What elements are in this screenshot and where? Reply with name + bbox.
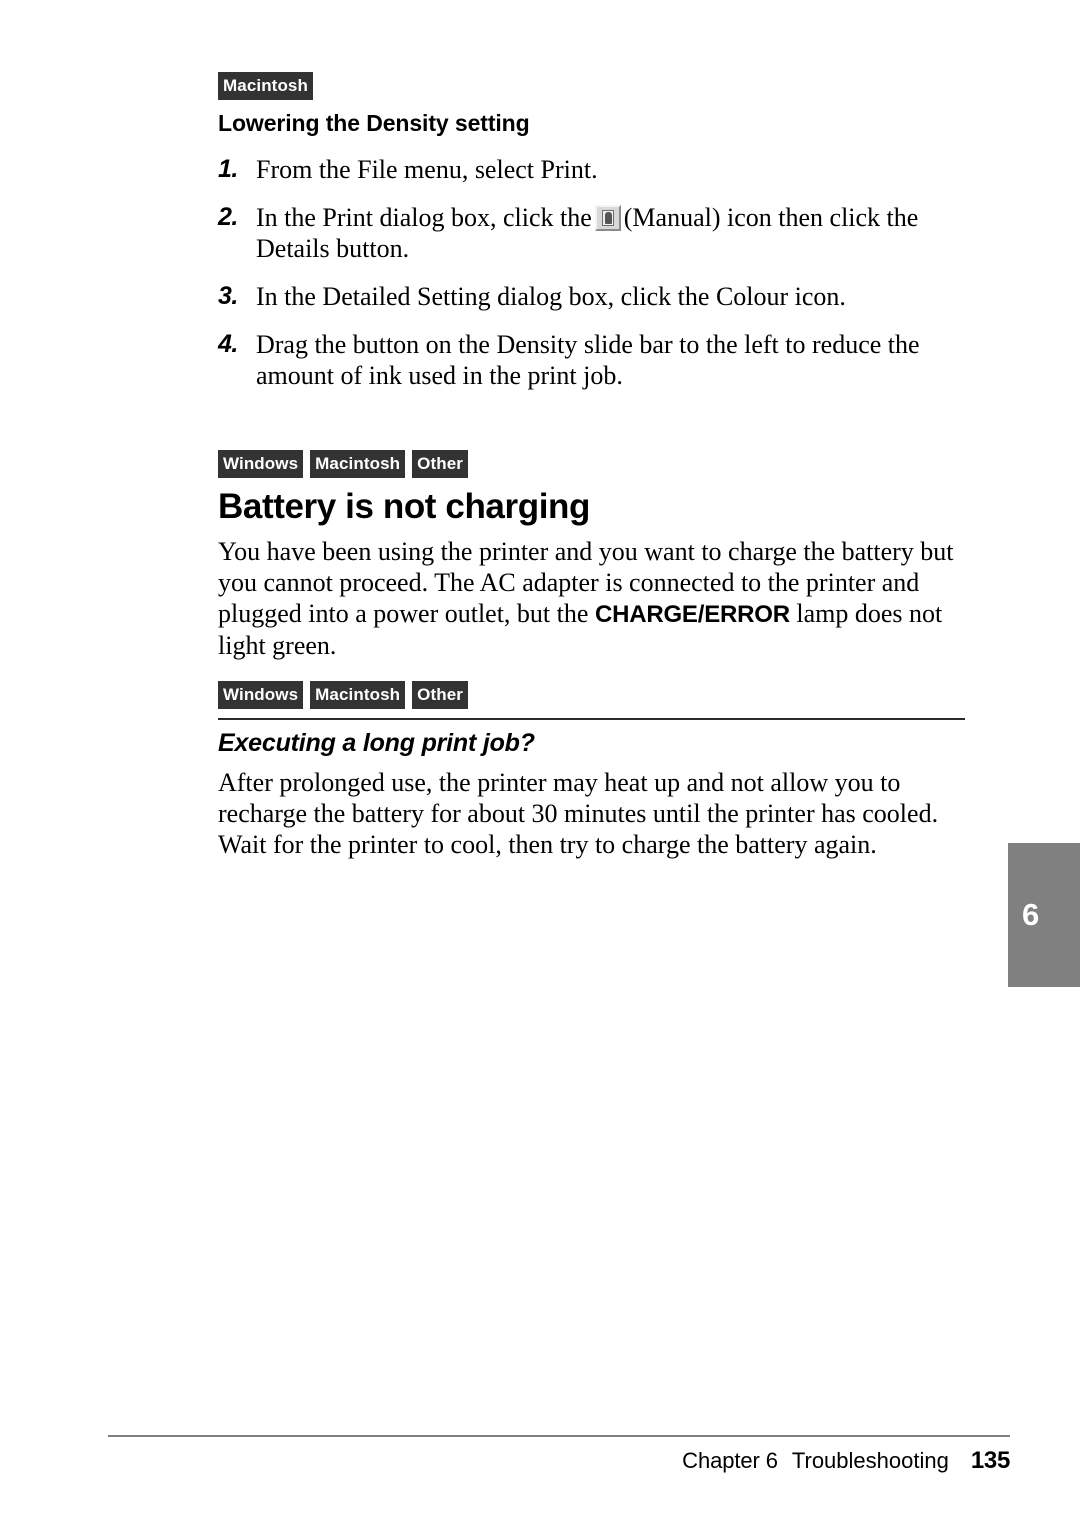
chapter-thumb-tab-label: 6: [1022, 897, 1040, 932]
manual-icon-figure: [604, 211, 612, 224]
manual-page: Macintosh Lowering the Density setting 1…: [0, 0, 1080, 1533]
chapter-thumb-tab: 6: [1008, 843, 1080, 987]
platform-tag-other: Other: [412, 680, 468, 709]
step-text-segment: In the Detailed Setting dialog box, clic…: [256, 281, 846, 311]
platform-tag-row-battery: Windows Macintosh Other: [218, 449, 968, 478]
platform-tag-other: Other: [412, 449, 468, 478]
step-number: 1.: [218, 154, 238, 183]
step-text-segment: Drag the button on the Density slide bar…: [256, 329, 920, 390]
step-text-segment: In the Print dialog box, click the: [256, 202, 592, 232]
heading-battery-not-charging: Battery is not charging: [218, 486, 590, 526]
section-divider-rule: [218, 717, 965, 720]
footer-page-number: 135: [970, 1447, 1010, 1474]
step-item: 1. From the File menu, select Print.: [218, 154, 968, 185]
step-number: 2.: [218, 202, 238, 231]
footer-chapter-title: Troubleshooting: [791, 1448, 949, 1473]
step-text: From the File menu, select Print.: [256, 154, 968, 185]
step-item: 2. In the Print dialog box, click the (Ma…: [218, 202, 968, 264]
platform-tag-macintosh: Macintosh: [310, 449, 406, 478]
step-text: In the Detailed Setting dialog box, clic…: [256, 281, 968, 312]
step-number: 3.: [218, 281, 238, 310]
page-footer: Chapter 6 Troubleshooting 135: [108, 1447, 1010, 1475]
platform-tag-macintosh: Macintosh: [310, 680, 406, 709]
manual-icon: [594, 204, 621, 231]
paragraph-long-job-description: After prolonged use, the printer may hea…: [218, 767, 939, 859]
numbered-steps-list: 1. From the File menu, select Print. 2. …: [218, 154, 968, 391]
platform-tag-row-long-job: Windows Macintosh Other: [218, 680, 968, 709]
step-item: 4. Drag the button on the Density slide …: [218, 329, 968, 391]
step-text: In the Print dialog box, click the (Manua…: [256, 202, 968, 264]
step-number: 4.: [218, 329, 238, 358]
heading-lowering-density: Lowering the Density setting: [218, 110, 530, 136]
step-text: Drag the button on the Density slide bar…: [256, 329, 968, 391]
page-content-column: Macintosh Lowering the Density setting 1…: [218, 0, 968, 860]
step-item: 3. In the Detailed Setting dialog box, c…: [218, 281, 968, 312]
step-text-segment: From the File menu, select Print.: [256, 154, 598, 184]
footer-divider-rule: [108, 1435, 1010, 1437]
platform-tag-macintosh: Macintosh: [218, 72, 313, 100]
platform-tag-windows: Windows: [218, 449, 304, 478]
platform-tag-row-macintosh: Macintosh: [218, 72, 968, 100]
heading-executing-long-print-job: Executing a long print job?: [218, 728, 535, 757]
charge-error-emphasis: CHARGE/ERROR: [594, 600, 790, 628]
platform-tag-windows: Windows: [218, 680, 304, 709]
paragraph-battery-description: You have been using the printer and you …: [218, 536, 958, 661]
footer-chapter-label: Chapter 6: [682, 1448, 778, 1473]
